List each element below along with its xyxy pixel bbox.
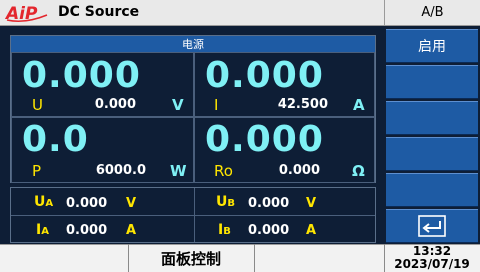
- resistance-setpoint: 0.000: [278, 163, 320, 178]
- current-label: I: [214, 96, 219, 114]
- panel-title: 电源: [11, 36, 375, 52]
- bottom-divider: [254, 244, 255, 272]
- channel-divider: [11, 215, 375, 216]
- current-setpoint: 42.500: [277, 97, 328, 112]
- ib-label: IB: [218, 222, 231, 238]
- ua-value: 0.000: [66, 196, 108, 211]
- power-unit: W: [170, 162, 187, 180]
- power-label: P: [32, 162, 42, 180]
- ua-unit: V: [126, 196, 137, 211]
- softkey-4[interactable]: [386, 137, 478, 171]
- softkey-2[interactable]: [386, 65, 478, 99]
- return-arrow-icon: [418, 215, 446, 237]
- voltage-reading: 0.000: [22, 55, 141, 96]
- power-setpoint: 6000.0: [95, 163, 146, 178]
- power-reading: 0.0: [22, 119, 89, 160]
- resistance-unit: Ω: [352, 162, 365, 180]
- current-unit: A: [353, 96, 365, 114]
- voltage-label: U: [32, 96, 43, 114]
- resistance-label: Ro: [214, 162, 233, 180]
- channel-mode-button[interactable]: A/B: [384, 0, 480, 26]
- ub-unit: V: [306, 196, 317, 211]
- ub-value: 0.000: [248, 196, 290, 211]
- ia-value: 0.000: [66, 223, 108, 238]
- return-button[interactable]: [386, 209, 478, 243]
- ua-label: UA: [34, 194, 54, 210]
- voltage-unit: V: [172, 96, 184, 114]
- clock-date: 2023/07/19: [394, 257, 470, 271]
- resistance-reading: 0.000: [205, 119, 324, 160]
- enable-button-label: 启用: [418, 39, 446, 55]
- softkey-3[interactable]: [386, 101, 478, 135]
- enable-button[interactable]: 启用: [386, 29, 478, 63]
- ib-unit: A: [306, 223, 317, 238]
- ib-value: 0.000: [248, 223, 290, 238]
- current-reading: 0.000: [205, 55, 324, 96]
- channel-divider-vertical: [194, 188, 195, 242]
- brand-logo: AiP: [5, 4, 48, 23]
- ia-unit: A: [126, 223, 137, 238]
- app-title: DC Source: [58, 4, 140, 20]
- ub-label: UB: [216, 194, 235, 210]
- panel-control-button[interactable]: 面板控制: [128, 244, 254, 272]
- ia-label: IA: [36, 222, 49, 238]
- softkey-5[interactable]: [386, 173, 478, 207]
- voltage-setpoint: 0.000: [94, 97, 136, 112]
